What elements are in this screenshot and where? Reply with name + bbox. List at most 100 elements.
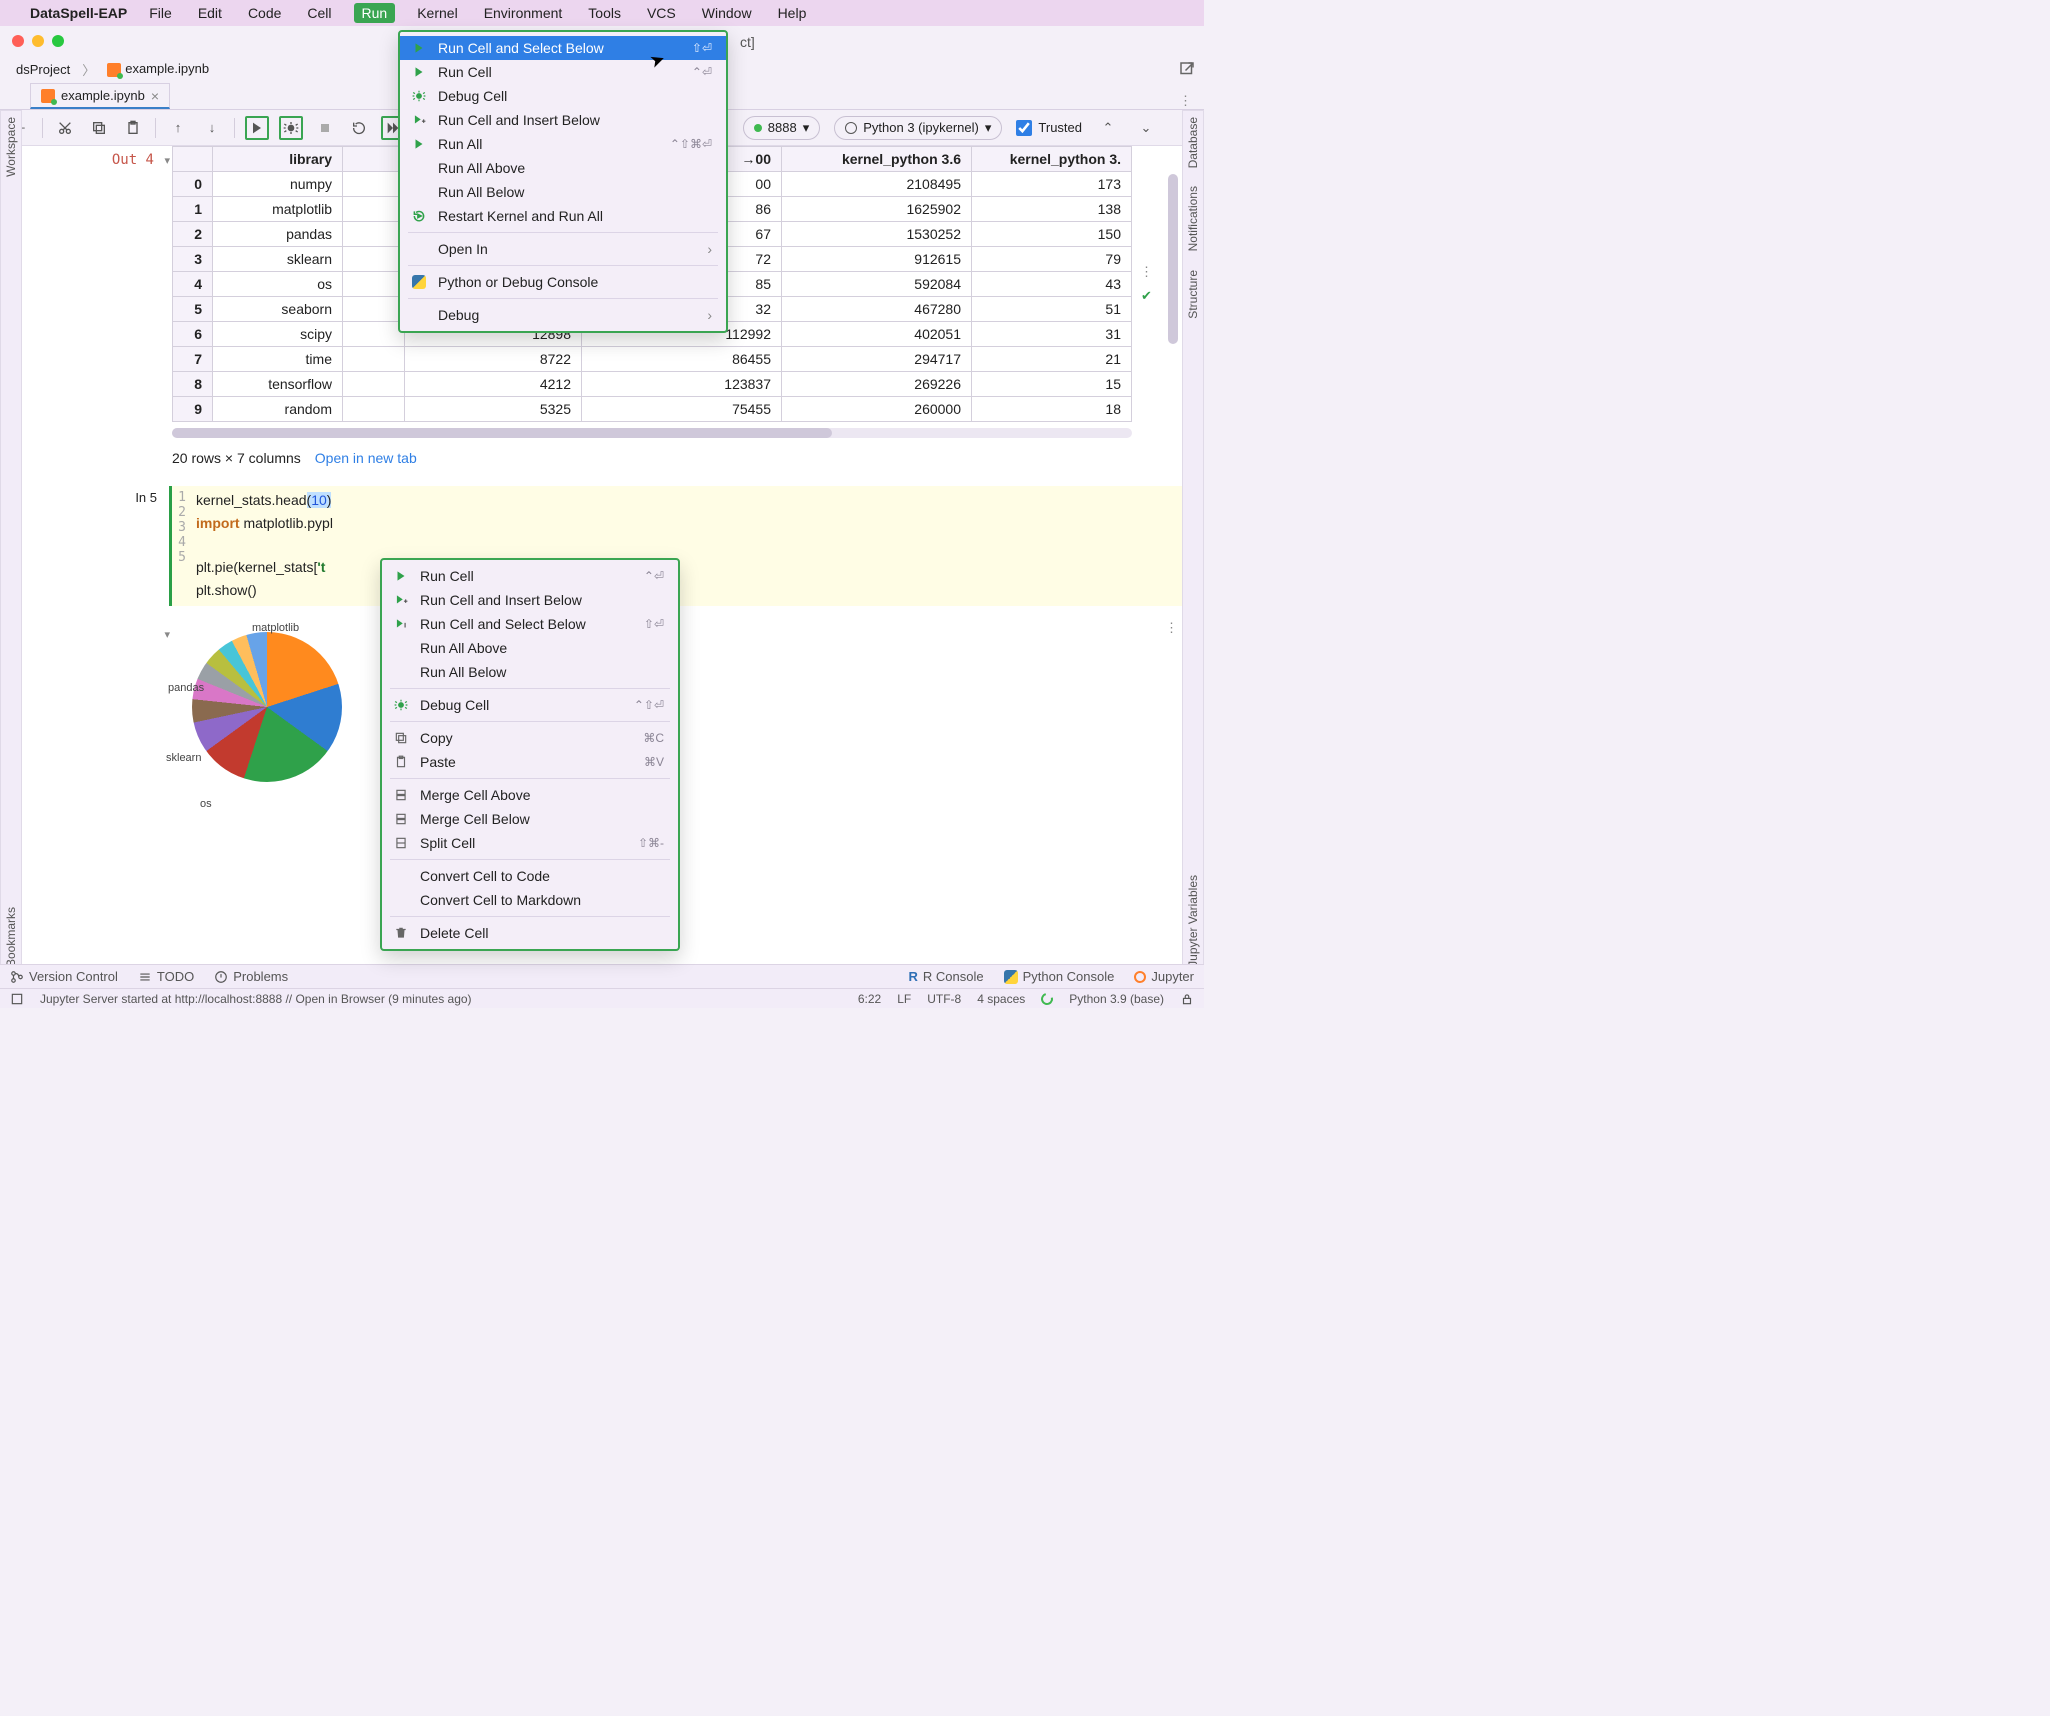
menu-item-merge-cell-below[interactable]: Merge Cell Below [382,807,678,831]
menu-item-delete-cell[interactable]: Delete Cell [382,921,678,945]
tool-r-console[interactable]: RR Console [908,969,983,984]
zoom-window-button[interactable] [52,35,64,47]
stripe-jupyter-vars[interactable]: Jupyter Variables [1186,875,1200,967]
menu-item-split-cell[interactable]: Split Cell⇧⌘- [382,831,678,855]
table-cell [343,272,405,297]
h-scrollbar[interactable] [172,428,1132,438]
menu-item-run-cell[interactable]: Run Cell⌃⏎ [382,564,678,588]
code-editor[interactable]: kernel_stats.head(10) import matplotlib.… [190,486,1182,606]
interpreter[interactable]: Python 3.9 (base) [1069,992,1164,1006]
menu-item-label: Debug [438,307,479,323]
tool-jupyter[interactable]: Jupyter [1134,969,1194,984]
trusted-toggle[interactable]: Trusted [1016,120,1082,136]
app-name[interactable]: DataSpell-EAP [30,5,127,21]
debug-cell-button[interactable] [279,116,303,140]
breadcrumb-project[interactable]: dsProject [10,60,76,79]
menu-item-run-cell-and-select-below[interactable]: Run Cell and Select Below⇧⏎ [382,612,678,636]
menu-item-copy[interactable]: Copy⌘C [382,726,678,750]
menu-item-run-cell-and-insert-below[interactable]: Run Cell and Insert Below [382,588,678,612]
minimize-window-button[interactable] [32,35,44,47]
file-tab-example[interactable]: example.ipynb × [30,83,170,109]
tool-problems[interactable]: Problems [214,969,288,984]
menu-item-python-or-debug-console[interactable]: Python or Debug Console [400,270,726,294]
breadcrumb-file[interactable]: example.ipynb [101,59,215,79]
menu-item-debug-cell[interactable]: Debug Cell⌃⇧⏎ [382,693,678,717]
table-header[interactable]: library [213,147,343,172]
table-row[interactable]: 8tensorflow421212383726922615 [173,372,1132,397]
menu-item-run-cell-and-insert-below[interactable]: Run Cell and Insert Below [400,108,726,132]
menu-item-debug-cell[interactable]: Debug Cell [400,84,726,108]
menu-environment[interactable]: Environment [480,3,567,23]
scrollbar-thumb[interactable] [172,428,832,438]
menu-item-open-in[interactable]: Open In› [400,237,726,261]
menu-item-convert-cell-to-code[interactable]: Convert Cell to Code [382,864,678,888]
menu-item-run-all-above[interactable]: Run All Above [382,636,678,660]
menu-item-run-cell[interactable]: Run Cell⌃⏎ [400,60,726,84]
menu-item-run-all-above[interactable]: Run All Above [400,156,726,180]
menu-kernel[interactable]: Kernel [413,3,461,23]
menu-item-run-all-below[interactable]: Run All Below [400,180,726,204]
caret-position[interactable]: 6:22 [858,992,881,1006]
trusted-checkbox[interactable] [1016,120,1032,136]
menu-tools[interactable]: Tools [584,3,625,23]
move-down-button[interactable]: ↓ [200,116,224,140]
kernel-selector[interactable]: Python 3 (ipykernel)▾ [834,116,1002,140]
open-new-tab-link[interactable]: Open in new tab [315,450,417,466]
restart-button[interactable] [347,116,371,140]
table-row[interactable]: 7time87228645529471721 [173,347,1132,372]
next-cell-button[interactable]: ⌄ [1134,116,1158,140]
menu-cell[interactable]: Cell [303,3,335,23]
menu-window[interactable]: Window [698,3,756,23]
tool-python-console[interactable]: Python Console [1004,969,1115,984]
lock-icon[interactable] [1180,992,1194,1006]
run-plus-icon [410,113,428,127]
stripe-bookmarks[interactable]: Bookmarks [4,907,18,967]
menu-file[interactable]: File [145,3,176,23]
menu-run[interactable]: Run [354,3,396,23]
table-row[interactable]: 9random53257545526000018 [173,397,1132,422]
close-window-button[interactable] [12,35,24,47]
tool-version-control[interactable]: Version Control [10,969,118,984]
menu-item-restart-kernel-and-run-all[interactable]: Restart Kernel and Run All [400,204,726,228]
menu-item-debug[interactable]: Debug› [400,303,726,327]
tool-todo[interactable]: TODO [138,969,194,984]
status-message[interactable]: Jupyter Server started at http://localho… [40,992,472,1006]
copy-button[interactable] [87,116,111,140]
menu-item-merge-cell-above[interactable]: Merge Cell Above [382,783,678,807]
collapse-icon[interactable]: ▾ [164,154,170,167]
indent-setting[interactable]: 4 spaces [977,992,1025,1006]
menu-item-run-all[interactable]: Run All⌃⇧⌘⏎ [400,132,726,156]
jupyter-server-selector[interactable]: 8888▾ [743,116,820,140]
v-scrollbar[interactable] [1168,174,1178,344]
open-in-button[interactable] [1178,60,1196,81]
run-cell-button[interactable] [245,116,269,140]
file-encoding[interactable]: UTF-8 [927,992,961,1006]
collapse-icon[interactable]: ▾ [164,628,170,641]
menu-code[interactable]: Code [244,3,285,23]
prev-cell-button[interactable]: ⌃ [1096,116,1120,140]
menu-vcs[interactable]: VCS [643,3,680,23]
table-header[interactable] [343,147,405,172]
cut-button[interactable] [53,116,77,140]
paste-button[interactable] [121,116,145,140]
menu-item-paste[interactable]: Paste⌘V [382,750,678,774]
menu-item-run-all-below[interactable]: Run All Below [382,660,678,684]
output-more-icon[interactable]: ⋮ [1165,620,1178,800]
stripe-database[interactable]: Database [1186,117,1200,168]
line-separator[interactable]: LF [897,992,911,1006]
menu-edit[interactable]: Edit [194,3,226,23]
table-more-icon[interactable]: ⋮ [1140,264,1153,280]
menu-help[interactable]: Help [774,3,811,23]
tab-overflow-icon[interactable]: ⋮ [1179,93,1192,109]
menu-item-convert-cell-to-markdown[interactable]: Convert Cell to Markdown [382,888,678,912]
menu-item-run-cell-and-select-below[interactable]: Run Cell and Select Below⇧⏎ [400,36,726,60]
move-up-button[interactable]: ↑ [166,116,190,140]
table-header[interactable] [173,147,213,172]
stripe-structure[interactable]: Structure [1186,270,1200,319]
table-header[interactable]: kernel_python 3. [972,147,1132,172]
stripe-notifications[interactable]: Notifications [1186,186,1200,251]
stop-button[interactable] [313,116,337,140]
stripe-workspace[interactable]: Workspace [4,117,18,177]
close-tab-icon[interactable]: × [151,88,159,104]
table-header[interactable]: kernel_python 3.6 [782,147,972,172]
